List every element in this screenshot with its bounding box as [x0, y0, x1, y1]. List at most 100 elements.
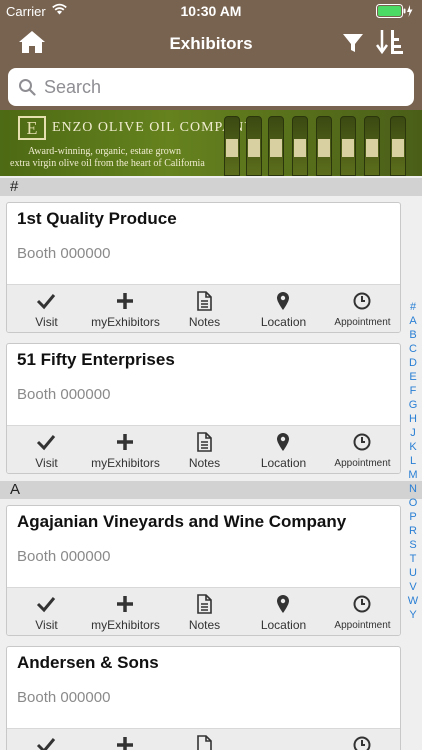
card-actions: Visit myExhibitors Notes Location Appoin… [7, 284, 400, 332]
notes-button[interactable]: Notes [165, 588, 244, 635]
my-exhibitors-button[interactable]: myExhibitors [86, 588, 165, 635]
bottle-image [246, 116, 262, 176]
plus-icon [117, 293, 133, 309]
action-label: Location [260, 315, 307, 329]
index-letter[interactable]: J [404, 426, 422, 440]
checkmark-icon [36, 435, 56, 451]
exhibitor-card[interactable]: 51 Fifty Enterprises Booth 000000 Visit … [6, 343, 401, 474]
filter-icon[interactable] [342, 32, 364, 54]
top-bar: Carrier 10:30 AM Exhibitors [0, 0, 422, 110]
clock-icon [353, 736, 371, 750]
index-letter[interactable]: T [404, 552, 422, 566]
sort-icon[interactable] [376, 28, 404, 56]
location-button[interactable]: Location [244, 588, 323, 635]
location-button[interactable] [244, 729, 323, 750]
index-letter[interactable]: N [404, 482, 422, 496]
exhibitor-name[interactable]: Andersen & Sons [17, 653, 159, 673]
section-header: # [0, 178, 422, 196]
bottle-image [224, 116, 240, 176]
clock-icon [353, 292, 371, 310]
visit-button[interactable]: Visit [7, 588, 86, 635]
visit-button[interactable]: Visit [7, 426, 86, 473]
index-letter[interactable]: A [404, 314, 422, 328]
document-icon [197, 735, 212, 750]
visit-button[interactable]: Visit [7, 285, 86, 332]
index-letter[interactable]: H [404, 412, 422, 426]
search-input[interactable] [44, 72, 404, 102]
notes-button[interactable] [165, 729, 244, 750]
index-letter[interactable]: # [404, 300, 422, 314]
action-label: Visit [35, 456, 58, 470]
exhibitor-name[interactable]: 51 Fifty Enterprises [17, 350, 175, 370]
index-letter[interactable]: V [404, 580, 422, 594]
action-label: myExhibitors [91, 456, 160, 470]
document-icon [197, 432, 212, 452]
action-label: Appointment [334, 620, 391, 631]
sponsor-banner[interactable]: E ENZO OLIVE OIL COMPANY Award-winning, … [0, 110, 422, 176]
action-label: Notes [188, 315, 221, 329]
notes-button[interactable]: Notes [165, 285, 244, 332]
notes-button[interactable]: Notes [165, 426, 244, 473]
map-pin-icon [277, 595, 289, 613]
bottle-image [268, 116, 284, 176]
exhibitor-card[interactable]: Andersen & Sons Booth 000000 [6, 646, 401, 750]
battery-icon [376, 4, 413, 18]
document-icon [197, 291, 212, 311]
banner-tagline: extra virgin olive oil from the heart of… [10, 158, 205, 169]
search-icon [19, 79, 36, 96]
index-letter[interactable]: F [404, 384, 422, 398]
section-header: A [0, 481, 422, 499]
exhibitor-name[interactable]: Agajanian Vineyards and Wine Company [17, 512, 346, 532]
action-label: Location [260, 618, 307, 632]
visit-button[interactable] [7, 729, 86, 750]
action-label: Visit [35, 618, 58, 632]
index-letter[interactable]: L [404, 454, 422, 468]
index-letter[interactable]: M [404, 468, 422, 482]
action-label: Notes [188, 456, 221, 470]
card-actions: Visit myExhibitors Notes Location Appoin… [7, 425, 400, 473]
document-icon [197, 594, 212, 614]
search-bar[interactable] [8, 68, 414, 106]
card-actions [7, 728, 400, 750]
appointment-button[interactable]: Appointment [323, 426, 400, 473]
checkmark-icon [36, 294, 56, 310]
exhibitor-booth: Booth 000000 [17, 689, 111, 706]
index-letter[interactable]: Y [404, 608, 422, 622]
status-time: 10:30 AM [180, 3, 242, 19]
appointment-button[interactable] [323, 729, 400, 750]
location-button[interactable]: Location [244, 426, 323, 473]
index-letter[interactable]: U [404, 566, 422, 580]
my-exhibitors-button[interactable] [86, 729, 165, 750]
exhibitor-booth: Booth 000000 [17, 548, 111, 565]
index-letter[interactable]: K [404, 440, 422, 454]
bottle-image [364, 116, 380, 176]
index-letter[interactable]: B [404, 328, 422, 342]
index-letter[interactable]: E [404, 370, 422, 384]
index-letter[interactable]: C [404, 342, 422, 356]
appointment-button[interactable]: Appointment [323, 285, 400, 332]
action-label: Location [260, 456, 307, 470]
nav-bar: Exhibitors [0, 22, 422, 66]
index-letter[interactable]: D [404, 356, 422, 370]
index-letter[interactable]: R [404, 524, 422, 538]
my-exhibitors-button[interactable]: myExhibitors [86, 426, 165, 473]
exhibitor-booth: Booth 000000 [17, 245, 111, 262]
location-button[interactable]: Location [244, 285, 323, 332]
index-letter[interactable]: P [404, 510, 422, 524]
my-exhibitors-button[interactable]: myExhibitors [86, 285, 165, 332]
action-label: myExhibitors [91, 618, 160, 632]
index-letter[interactable]: S [404, 538, 422, 552]
exhibitor-card[interactable]: Agajanian Vineyards and Wine Company Boo… [6, 505, 401, 636]
index-letter[interactable]: W [404, 594, 422, 608]
exhibitor-card[interactable]: 1st Quality Produce Booth 000000 Visit m… [6, 202, 401, 333]
map-pin-icon [277, 433, 289, 451]
index-letter[interactable]: G [404, 398, 422, 412]
index-letter[interactable]: O [404, 496, 422, 510]
alphabet-index[interactable]: # A B C D E F G H J K L M N O P R S T U V W Y [404, 300, 422, 622]
appointment-button[interactable]: Appointment [323, 588, 400, 635]
map-pin-icon [277, 292, 289, 310]
action-label: Visit [35, 315, 58, 329]
exhibitor-name[interactable]: 1st Quality Produce [17, 209, 177, 229]
checkmark-icon [36, 597, 56, 613]
clock-icon [353, 595, 371, 613]
